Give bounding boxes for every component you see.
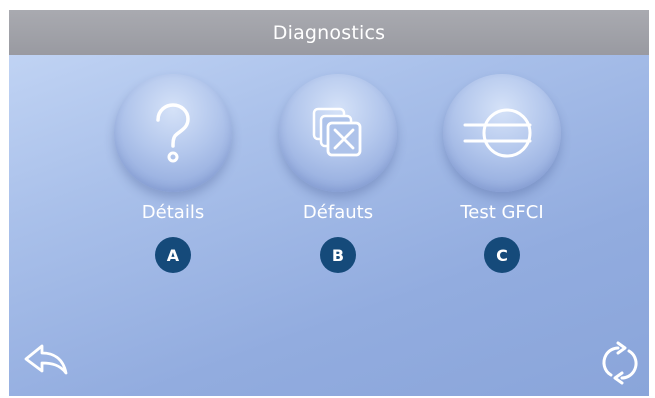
title-bar: Diagnostics bbox=[9, 10, 649, 55]
back-arrow-icon bbox=[24, 344, 68, 375]
badge-a: A bbox=[155, 237, 191, 273]
diagnostics-panel: Diagnostics Détails Défauts Test GFCI A … bbox=[9, 10, 649, 396]
back-button[interactable] bbox=[23, 340, 69, 380]
badge-c: C bbox=[484, 237, 520, 273]
gfci-test-label: Test GFCI bbox=[460, 202, 544, 223]
question-icon bbox=[156, 103, 190, 163]
page-title: Diagnostics bbox=[272, 21, 386, 44]
faults-label: Défauts bbox=[302, 202, 374, 223]
details-label: Détails bbox=[141, 202, 205, 223]
details-button[interactable] bbox=[114, 74, 232, 192]
fault-log-icon bbox=[312, 107, 362, 157]
faults-button[interactable] bbox=[279, 74, 397, 192]
refresh-button[interactable] bbox=[597, 340, 643, 386]
refresh-icon bbox=[602, 341, 638, 385]
gfci-test-icon bbox=[463, 108, 532, 158]
badge-b: B bbox=[320, 237, 356, 273]
gfci-test-button[interactable] bbox=[443, 74, 561, 192]
screen: Diagnostics Détails Défauts Test GFCI A … bbox=[0, 0, 655, 398]
